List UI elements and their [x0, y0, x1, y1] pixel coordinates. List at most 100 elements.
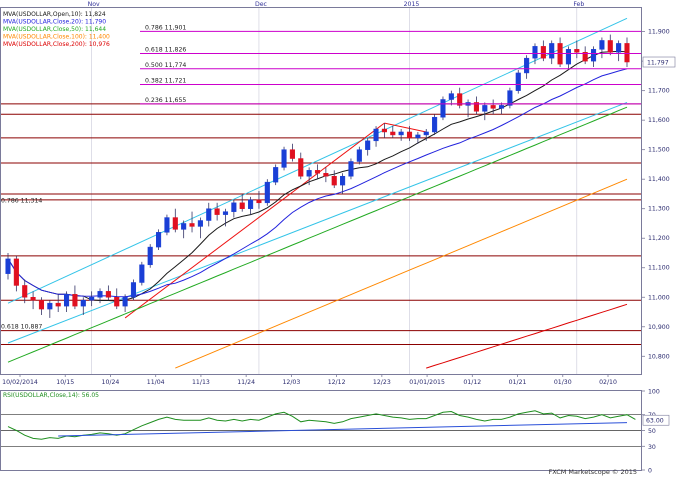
- candle-body: [181, 223, 187, 230]
- fib-level-label: 0.618 10,887: [1, 324, 42, 331]
- legend-entry: MVA(USDOLLAR,Close,20): 11,790: [3, 19, 106, 26]
- y-tick-label: 11,300: [648, 206, 670, 213]
- y-tick-label: 11,900: [648, 29, 670, 36]
- rsi-label: RSI(USDOLLAR,Close,14): 56.05: [3, 392, 99, 399]
- candle-body: [482, 105, 488, 112]
- candle-body: [214, 208, 220, 215]
- candle-body: [114, 297, 120, 307]
- rsi-tick-label: 50: [648, 428, 656, 435]
- candle-body: [147, 246, 153, 266]
- month-label: 2015: [404, 1, 420, 8]
- y-tick-label: 11,700: [648, 88, 670, 95]
- candle-body: [256, 199, 262, 204]
- rsi-tick-label: 0: [648, 468, 652, 475]
- candle-body: [415, 134, 421, 139]
- candle-body: [373, 128, 379, 142]
- candle-body: [524, 57, 530, 74]
- month-label: Feb: [573, 1, 584, 8]
- rsi-current-label: 63.00: [646, 418, 664, 425]
- x-tick-label: 01/01/2015: [409, 379, 445, 386]
- candle-body: [298, 158, 304, 177]
- y-tick-label: 11,200: [648, 235, 670, 242]
- candle-body: [139, 264, 145, 283]
- candle-body: [72, 294, 78, 307]
- candle-body: [164, 217, 170, 233]
- candle-body: [616, 43, 622, 53]
- x-tick-label: 10/15: [56, 379, 74, 386]
- candle-body: [189, 223, 195, 227]
- candle-body: [89, 297, 95, 301]
- candle-body: [231, 202, 237, 212]
- month-label: Dec: [255, 1, 268, 8]
- candle-body: [206, 208, 212, 221]
- x-tick-label: 01/21: [509, 379, 527, 386]
- x-tick-label: 01/12: [463, 379, 481, 386]
- legend-entry: MVA(USDOLLAR,Open,10): 11,824: [3, 11, 106, 18]
- candlestick-chart: Nov Dec 2015 Feb 0.786 11,901 0.618 11,826 0.…: [0, 1, 676, 476]
- candle-body: [281, 149, 287, 168]
- candle-body: [498, 105, 505, 109]
- candle-body: [55, 302, 61, 307]
- rsi-tick-label: 30: [648, 444, 656, 451]
- candle-body: [490, 105, 496, 109]
- fib-level-label: 0.618 11,826: [145, 46, 186, 53]
- candle-body: [390, 131, 396, 136]
- candle-body: [314, 170, 321, 174]
- candle-body: [22, 285, 28, 298]
- fib-level-label: 0.786 11,901: [145, 24, 186, 31]
- candle-body: [222, 211, 229, 215]
- candle-body: [264, 181, 270, 204]
- rsi-tick-label: 100: [648, 389, 660, 396]
- x-tick-label: 10/02/2014: [2, 379, 38, 386]
- candle-body: [574, 49, 580, 53]
- x-tick-label: 11/24: [237, 379, 255, 386]
- candle-body: [381, 128, 387, 133]
- y-tick-label: 10,900: [648, 324, 670, 331]
- candle-body: [289, 149, 295, 159]
- fib-level-label: 0.500 11,774: [145, 62, 186, 69]
- candle-body: [423, 131, 429, 136]
- chart-area: Nov Dec 2015 Feb 0.786 11,901 0.618 11,826 0.…: [0, 0, 680, 477]
- legend-entry: MVA(USDOLLAR,Close,50): 11,644: [3, 26, 106, 33]
- candle-body: [406, 131, 413, 139]
- candle-body: [122, 297, 128, 307]
- candle-body: [13, 258, 19, 286]
- candle-body: [448, 93, 454, 100]
- x-tick-label: 12/12: [328, 379, 346, 386]
- x-tick-label: 12/23: [373, 379, 391, 386]
- candle-body: [273, 167, 279, 183]
- fib-level-label: 0.786 11,314: [1, 198, 42, 205]
- x-tick-label: 02/10: [599, 379, 617, 386]
- candle-body: [47, 302, 53, 310]
- x-tick-label: 01/30: [554, 379, 572, 386]
- y-tick-label: 10,800: [648, 353, 670, 360]
- watermark: FXCM Marketscope © 2015: [548, 468, 637, 476]
- candle-body: [515, 72, 521, 91]
- candle-body: [348, 161, 354, 177]
- candle-body: [599, 40, 605, 50]
- candle-body: [130, 282, 137, 298]
- x-tick-label: 11/13: [192, 379, 210, 386]
- price-panel-frame: [0, 7, 642, 375]
- candle-body: [5, 258, 11, 274]
- candle-body: [331, 175, 337, 186]
- candle-body: [365, 140, 371, 150]
- candle-body: [306, 170, 312, 177]
- candle-body: [172, 217, 178, 230]
- candle-body: [340, 175, 346, 186]
- legend-entry: MVA(USDOLLAR,Close,200): 10,976: [3, 41, 110, 48]
- candle-body: [97, 291, 103, 298]
- candle-body: [197, 220, 203, 227]
- candle-body: [64, 294, 70, 307]
- x-tick-label: 11/04: [147, 379, 165, 386]
- candle-body: [432, 116, 438, 133]
- fib-level-label: 0.236 11,655: [145, 97, 186, 104]
- candle-body: [507, 90, 513, 106]
- candle-body: [239, 202, 245, 209]
- candle-body: [565, 49, 571, 65]
- fib-level-label: 0.382 11,721: [145, 77, 186, 84]
- current-price-label: 11,797: [647, 60, 669, 67]
- candle-body: [440, 99, 446, 118]
- y-tick-label: 11,000: [648, 294, 670, 301]
- candle-body: [38, 299, 45, 310]
